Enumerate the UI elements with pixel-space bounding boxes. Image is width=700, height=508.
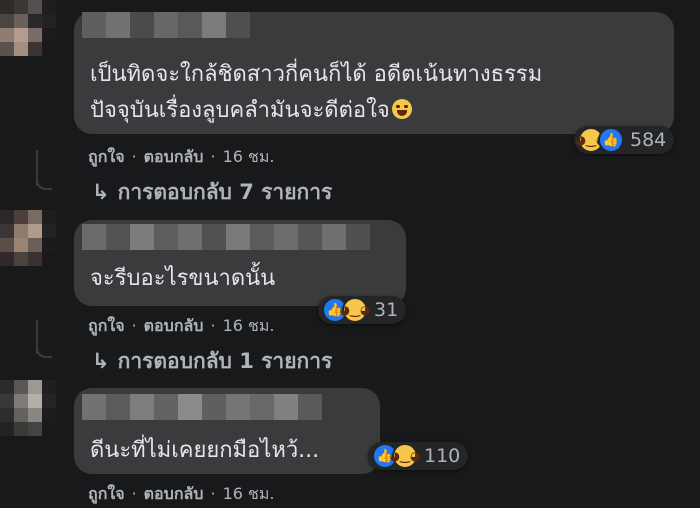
- avatar[interactable]: [0, 0, 56, 56]
- reaction-summary[interactable]: 👍 ◕‿◕ 31: [318, 296, 407, 324]
- replies-label: การตอบกลับ 7 รายการ: [117, 180, 333, 204]
- commenter-name-blurred[interactable]: [82, 394, 322, 420]
- like-button[interactable]: ถูกใจ: [88, 145, 125, 170]
- view-replies-link[interactable]: ↳ การตอบกลับ 1 รายการ: [92, 345, 332, 378]
- separator: ·: [210, 147, 216, 166]
- reaction-count: 31: [374, 299, 399, 321]
- commenter-name-blurred[interactable]: [82, 12, 250, 38]
- comment-actions: ถูกใจ · ตอบกลับ · 16 ชม.: [88, 482, 275, 507]
- reply-button[interactable]: ตอบกลับ: [144, 145, 204, 170]
- reaction-summary[interactable]: 👍 ◕‿◕ 110: [368, 442, 469, 470]
- comment-text: เป็นทิดจะใกล้ชิดสาวกี่คนก็ได้ อดีตเน้นทา…: [90, 58, 542, 92]
- comment-bubble: ดีนะที่ไม่เคยยกมือไหว้...: [74, 388, 380, 474]
- timestamp[interactable]: 16 ชม.: [223, 482, 275, 507]
- replies-label: การตอบกลับ 1 รายการ: [117, 349, 333, 373]
- comment-line: ปัจจุบันเรื่องลูบคลำมันจะดีต่อใจ: [90, 98, 390, 123]
- reply-arrow-icon: ↳: [92, 349, 110, 373]
- comment-actions: ถูกใจ · ตอบกลับ · 16 ชม.: [88, 314, 275, 339]
- reaction-summary[interactable]: ◕‿◕ 👍 584: [574, 126, 675, 154]
- avatar[interactable]: [0, 210, 56, 266]
- separator: ·: [210, 316, 216, 335]
- reply-button[interactable]: ตอบกลับ: [144, 482, 204, 507]
- comment-text: ดีนะที่ไม่เคยยกมือไหว้...: [90, 434, 319, 468]
- timestamp[interactable]: 16 ชม.: [223, 314, 275, 339]
- comment-text: ปัจจุบันเรื่องลูบคลำมันจะดีต่อใจ: [90, 94, 412, 128]
- separator: ·: [210, 484, 216, 503]
- commenter-name-blurred[interactable]: [82, 224, 370, 250]
- timestamp[interactable]: 16 ชม.: [223, 145, 275, 170]
- reaction-count: 584: [630, 129, 667, 151]
- avatar[interactable]: [0, 380, 56, 436]
- separator: ·: [131, 484, 137, 503]
- comment-bubble: เป็นทิดจะใกล้ชิดสาวกี่คนก็ได้ อดีตเน้นทา…: [74, 12, 674, 134]
- reply-arrow-icon: ↳: [92, 180, 110, 204]
- comment-line: ดีนะที่ไม่เคยยกมือไหว้...: [90, 438, 320, 463]
- separator: ·: [131, 316, 137, 335]
- like-button[interactable]: ถูกใจ: [88, 482, 125, 507]
- comment-line: จะรีบอะไรขนาดนั้น: [90, 266, 276, 291]
- like-button[interactable]: ถูกใจ: [88, 314, 125, 339]
- reply-button[interactable]: ตอบกลับ: [144, 314, 204, 339]
- comment-line: เป็นทิดจะใกล้ชิดสาวกี่คนก็ได้ อดีตเน้นทา…: [90, 62, 543, 87]
- comment-bubble: จะรีบอะไรขนาดนั้น: [74, 220, 406, 306]
- reaction-count: 110: [424, 445, 461, 467]
- thread-curve: [36, 178, 52, 190]
- thread-curve: [36, 346, 52, 358]
- separator: ·: [131, 147, 137, 166]
- comment-text: จะรีบอะไรขนาดนั้น: [90, 262, 275, 296]
- haha-icon: ◕‿◕: [340, 297, 370, 323]
- haha-icon: ◕‿◕: [390, 443, 420, 469]
- view-replies-link[interactable]: ↳ การตอบกลับ 7 รายการ: [92, 176, 332, 209]
- comment-actions: ถูกใจ · ตอบกลับ · 16 ชม.: [88, 145, 275, 170]
- grinning-squint-icon: [391, 99, 412, 119]
- like-icon: 👍: [598, 127, 624, 153]
